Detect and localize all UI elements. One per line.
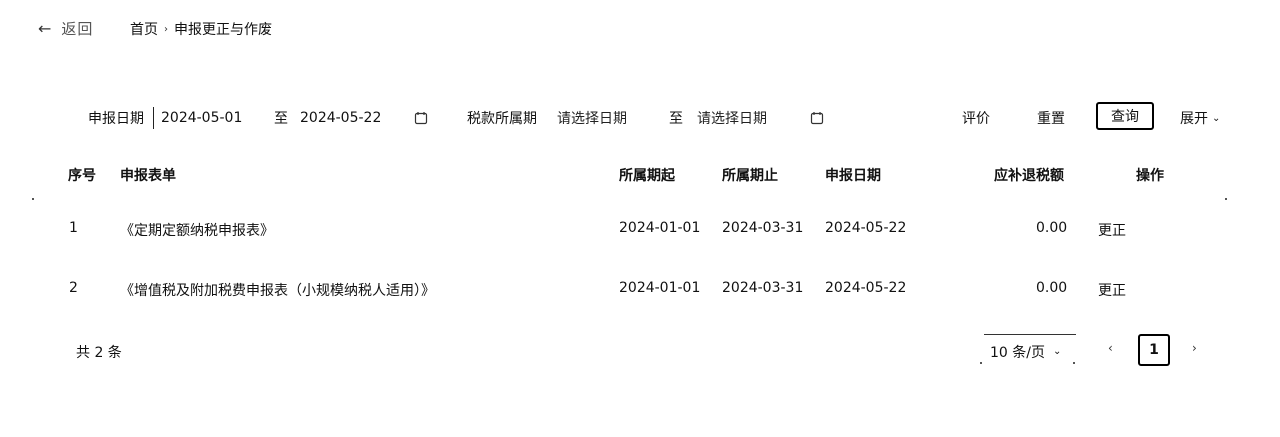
tax-end-placeholder: 请选择日期 (697, 111, 767, 127)
row-tax-amount: 0.00 (1036, 280, 1068, 296)
arrow-left-icon: ← (38, 19, 52, 38)
chevron-right-icon: › (164, 23, 168, 35)
divider-dot (32, 198, 34, 200)
tax-period-label-wrap: 税款所属期 (467, 107, 537, 129)
breadcrumb: 首页 › 申报更正与作废 (130, 19, 272, 39)
reset-label: 重置 (1037, 111, 1065, 127)
declare-end-field[interactable]: 2024-05-22 (300, 107, 381, 129)
chevron-down-icon: ⌄ (1212, 112, 1221, 124)
declare-start-field[interactable]: 2024-05-01 (161, 107, 242, 129)
row-period-end: 2024-03-31 (722, 220, 804, 236)
back-button[interactable]: ← 返回 (38, 18, 93, 39)
page-size-value: 10 条/页 (990, 344, 1045, 361)
correct-link[interactable]: 更正 (1098, 220, 1126, 240)
divider-dot (1073, 362, 1075, 364)
page-size-select[interactable]: 10 条/页 ⌄ (984, 334, 1076, 368)
tax-end-field[interactable]: 请选择日期 (697, 107, 767, 129)
row-period-start: 2024-01-01 (619, 220, 701, 236)
row-period-end: 2024-03-31 (722, 280, 804, 296)
declare-end-value: 2024-05-22 (300, 110, 382, 126)
to-text: 至 (274, 111, 288, 127)
reset-button[interactable]: 重置 (1037, 107, 1065, 129)
current-page-number: 1 (1149, 342, 1159, 358)
row-tax-amount: 0.00 (1036, 220, 1068, 236)
expand-toggle[interactable]: 展开 ⌄ (1180, 108, 1220, 128)
tax-start-field[interactable]: 请选择日期 (557, 107, 627, 129)
row-form: 《定期定额纳税申报表》 (120, 223, 274, 239)
row-index: 2 (69, 280, 78, 296)
evaluate-label: 评价 (962, 111, 990, 127)
field-divider (153, 107, 154, 129)
prev-page-icon[interactable]: ‹ (1108, 341, 1113, 355)
tax-period-label: 税款所属期 (467, 111, 537, 127)
correct-link[interactable]: 更正 (1098, 280, 1126, 300)
col-action: 操作 (1136, 168, 1164, 184)
row-index: 1 (69, 220, 78, 236)
back-label: 返回 (61, 20, 94, 38)
declare-start-value: 2024-05-01 (161, 110, 243, 126)
to-label: 至 (274, 107, 288, 129)
total-count: 共 2 条 (76, 345, 122, 361)
col-period-start: 所属期起 (619, 168, 675, 184)
query-label: 查询 (1111, 109, 1139, 125)
calendar-icon[interactable] (810, 107, 824, 129)
breadcrumb-home[interactable]: 首页 (130, 19, 158, 39)
row-declare-date: 2024-05-22 (825, 220, 907, 236)
breadcrumb-current: 申报更正与作废 (174, 22, 272, 38)
col-index: 序号 (68, 168, 96, 184)
query-button[interactable]: 查询 (1096, 102, 1154, 130)
row-form: 《增值税及附加税费申报表（小规模纳税人适用）》 (120, 283, 435, 299)
chevron-down-icon: ⌄ (1052, 346, 1062, 357)
row-period-start: 2024-01-01 (619, 280, 701, 296)
calendar-icon-svg (810, 112, 824, 125)
tax-to-text: 至 (669, 111, 683, 127)
calendar-icon-svg (414, 112, 428, 125)
divider-dot (980, 362, 982, 364)
col-declare-date: 申报日期 (825, 168, 881, 184)
col-tax-amount: 应补退税额 (994, 168, 1064, 184)
col-form: 申报表单 (120, 168, 176, 184)
tax-to-label: 至 (669, 107, 683, 129)
declare-date-label-wrap: 申报日期 (88, 107, 144, 129)
page-button-current[interactable]: 1 (1138, 334, 1170, 366)
row-declare-date: 2024-05-22 (825, 280, 907, 296)
calendar-icon[interactable] (414, 107, 428, 129)
next-page-icon[interactable]: › (1192, 341, 1197, 355)
col-period-end: 所属期止 (722, 168, 778, 184)
evaluate-button[interactable]: 评价 (962, 107, 990, 129)
expand-label: 展开 (1180, 111, 1208, 127)
tax-start-placeholder: 请选择日期 (557, 111, 627, 127)
declare-date-label: 申报日期 (88, 111, 144, 127)
divider-dot (1225, 198, 1227, 200)
